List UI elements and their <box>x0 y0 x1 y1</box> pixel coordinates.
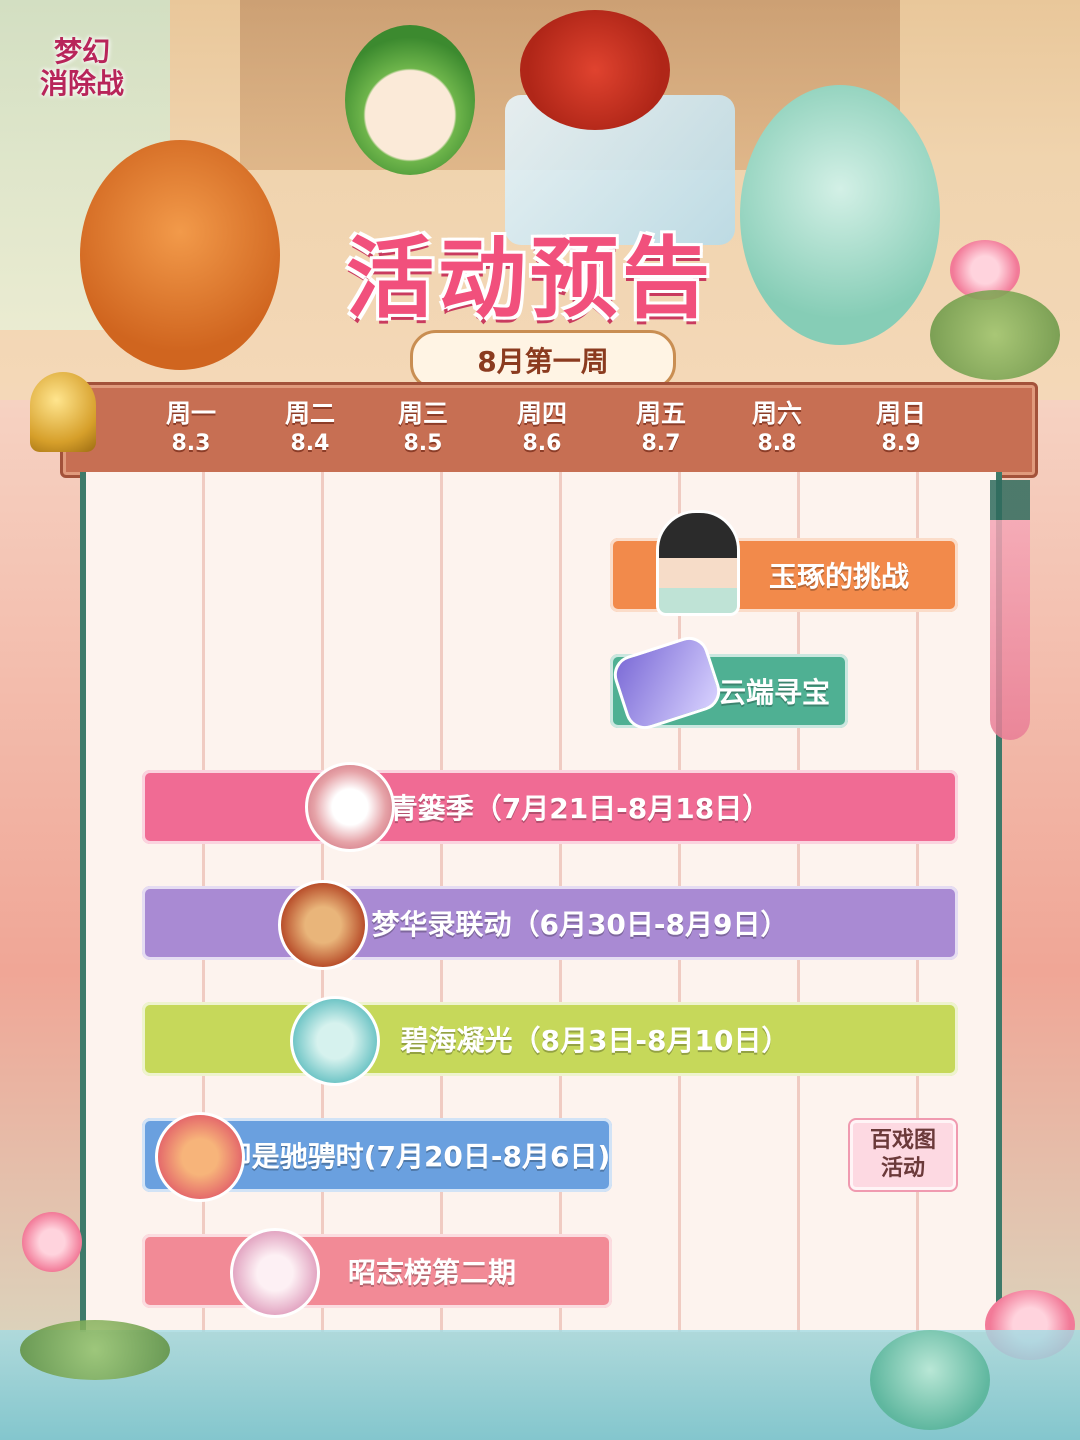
sea-cat-bubble-icon <box>290 996 380 1086</box>
event-label: 即是驰骋时(7月20日-8月6日) <box>223 1140 611 1173</box>
day-date: 8.7 <box>641 431 681 456</box>
day-date: 8.5 <box>403 431 443 456</box>
event-qingli-season[interactable]: 青篓季（7月21日-8月18日） <box>142 770 958 844</box>
day-tuesday: 周二 8.4 <box>265 398 355 458</box>
day-date: 8.4 <box>290 431 330 456</box>
horse-badge-icon <box>155 1112 245 1202</box>
event-label: 云端寻宝 <box>717 676 830 709</box>
event-menghua-collab[interactable]: 梦华录联动（6月30日-8月9日） <box>142 886 958 960</box>
teal-cat-with-fan-illustration <box>740 85 940 345</box>
event-label: 青篓季（7月21日-8月18日） <box>389 792 771 825</box>
day-name: 周五 <box>635 399 686 428</box>
event-label: 梦华录联动（6月30日-8月9日） <box>371 908 789 941</box>
week-plaque: 8月第一周 <box>410 330 676 390</box>
teal-bird-float-icon <box>870 1330 990 1430</box>
day-saturday: 周六 8.8 <box>732 398 822 458</box>
lotus-bud-icon <box>22 1212 82 1272</box>
cat-basket-icon <box>305 762 395 852</box>
day-name: 周日 <box>875 399 926 428</box>
watermelon-cat-illustration <box>345 25 475 175</box>
event-zhaozhi-rank[interactable]: 昭志榜第二期 <box>142 1234 612 1308</box>
red-fox-illustration <box>520 10 670 130</box>
event-label-line2: 活动 <box>880 1156 925 1181</box>
event-label-line1: 百戏图 <box>869 1128 936 1153</box>
lily-pad-icon <box>20 1320 170 1380</box>
day-sunday: 周日 8.9 <box>856 398 946 458</box>
day-name: 周一 <box>165 399 216 428</box>
lantern-icon <box>230 1228 320 1318</box>
day-date: 8.3 <box>171 431 211 456</box>
day-name: 周三 <box>397 399 448 428</box>
logo-line2: 消除战 <box>39 67 124 100</box>
page-title: 活动预告 <box>345 227 714 330</box>
week-label: 8月第一周 <box>477 345 609 378</box>
event-label: 昭志榜第二期 <box>347 1256 516 1289</box>
day-name: 周二 <box>284 399 335 428</box>
fox-with-pipa-illustration <box>80 140 280 370</box>
day-name: 周六 <box>751 399 802 428</box>
event-bihai-ningguang[interactable]: 碧海凝光（8月3日-8月10日） <box>142 1002 958 1076</box>
tassel-decoration <box>990 480 1030 740</box>
logo-line1: 梦幻 <box>53 35 110 68</box>
day-monday: 周一 8.3 <box>146 398 236 458</box>
bell-icon <box>30 372 96 452</box>
event-baixi-tu[interactable]: 百戏图 活动 <box>848 1118 958 1192</box>
day-date: 8.6 <box>522 431 562 456</box>
event-label: 玉琢的挑战 <box>768 560 909 593</box>
lady-portrait-icon <box>656 510 740 616</box>
day-thursday: 周四 8.6 <box>497 398 587 458</box>
day-wednesday: 周三 8.5 <box>378 398 468 458</box>
day-friday: 周五 8.7 <box>616 398 706 458</box>
event-label: 碧海凝光（8月3日-8月10日） <box>400 1024 790 1057</box>
day-name: 周四 <box>516 399 567 428</box>
day-date: 8.9 <box>881 431 921 456</box>
lotus-leaf-icon <box>930 290 1060 380</box>
day-date: 8.8 <box>757 431 797 456</box>
pipa-instrument-icon <box>278 880 368 970</box>
game-logo: 梦幻 消除战 <box>22 20 142 116</box>
